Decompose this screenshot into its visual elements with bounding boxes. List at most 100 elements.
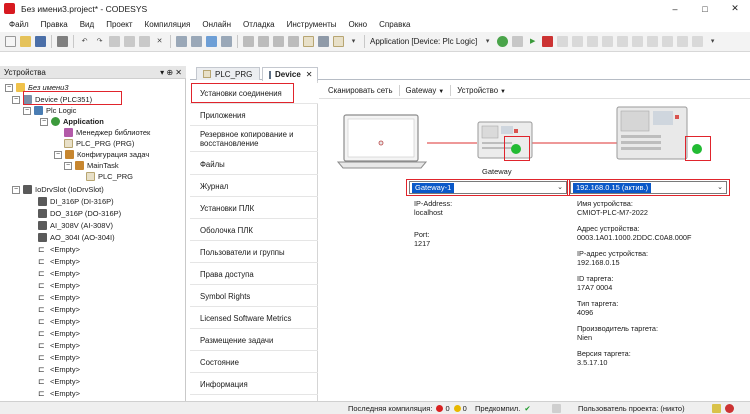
scan-network-button[interactable]: Сканировать сеть — [323, 86, 398, 95]
run-to-cursor-icon[interactable] — [632, 36, 644, 47]
nav-item-access-rights[interactable]: Права доступа — [190, 264, 318, 285]
tree-item-empty-slot[interactable]: ⊏ <Empty> — [38, 340, 80, 351]
menu-debug[interactable]: Отладка — [237, 17, 281, 32]
menu-project[interactable]: Проект — [100, 17, 138, 32]
print-icon[interactable] — [57, 36, 68, 47]
tree-item-empty-slot[interactable]: ⊏ <Empty> — [38, 328, 80, 339]
menu-tools[interactable]: Инструменты — [281, 17, 343, 32]
menu-window[interactable]: Окно — [343, 17, 374, 32]
more-tools-dropdown-icon[interactable]: ▾ — [707, 36, 718, 47]
tree-item-io-slot[interactable]: − IoDrvSlot (IoDrvSlot) — [12, 184, 104, 195]
gateway-select[interactable]: Gateway-1 ⌄ — [409, 181, 567, 194]
menu-online[interactable]: Онлайн — [196, 17, 237, 32]
nav-item-task-deployment[interactable]: Размещение задачи — [190, 330, 318, 351]
find-next-icon[interactable] — [221, 36, 232, 47]
redo-icon[interactable]: ↷ — [94, 36, 105, 47]
select-all-icon[interactable] — [206, 36, 217, 47]
device-menu-button[interactable]: Устройство ▼ — [452, 86, 511, 95]
new-file-icon[interactable] — [5, 36, 16, 47]
collapse-icon[interactable]: − — [64, 161, 72, 170]
find-icon[interactable] — [176, 36, 187, 47]
step-into-icon[interactable] — [602, 36, 614, 47]
cut-icon[interactable] — [109, 36, 120, 47]
collapse-icon[interactable]: − — [12, 185, 20, 194]
tree-item-module[interactable]: DI_316P (DI-316P) — [38, 196, 114, 207]
nav-item-applications[interactable]: Приложения — [190, 105, 318, 126]
tree-item-empty-slot[interactable]: ⊏ <Empty> — [38, 292, 80, 303]
maximize-button[interactable]: □ — [690, 0, 720, 17]
tree-item-module[interactable]: AI_308V (AI-308V) — [38, 220, 113, 231]
tab-plc-prg[interactable]: PLC_PRG — [196, 67, 260, 80]
disconnected-icon[interactable] — [725, 404, 734, 413]
step-over-icon[interactable] — [587, 36, 599, 47]
tree-item-module[interactable]: AO_304I (AO-304I) — [38, 232, 115, 243]
nav-item-status[interactable]: Состояние — [190, 352, 318, 373]
nav-item-plc-shell[interactable]: Оболочка ПЛК — [190, 220, 318, 241]
tree-item-module[interactable]: DO_316P (DO-316P) — [38, 208, 121, 219]
nav-item-symbol-rights[interactable]: Symbol Rights — [190, 286, 318, 307]
tree-item-empty-slot[interactable]: ⊏ <Empty> — [38, 364, 80, 375]
bookmark-prev-icon[interactable] — [273, 36, 284, 47]
bookmark-next-icon[interactable] — [258, 36, 269, 47]
force-values-icon[interactable] — [647, 36, 659, 47]
copy-icon[interactable] — [124, 36, 135, 47]
delete-icon[interactable]: ✕ — [154, 36, 165, 47]
tree-item-empty-slot[interactable]: ⊏ <Empty> — [38, 256, 80, 267]
nav-item-backup-restore[interactable]: Резервное копирование и восстановление — [190, 127, 318, 152]
tree-item-plc-prg[interactable]: PLC_PRG (PRG) — [64, 138, 134, 149]
nav-item-files[interactable]: Файлы — [190, 154, 318, 175]
reset-icon[interactable] — [557, 36, 569, 47]
document-icon[interactable] — [333, 36, 344, 47]
bookmark-icon[interactable] — [243, 36, 254, 47]
application-dropdown-icon[interactable]: ▾ — [482, 36, 493, 47]
tree-item-empty-slot[interactable]: ⊏ <Empty> — [38, 268, 80, 279]
close-button[interactable]: ✕ — [720, 0, 750, 17]
device-select[interactable]: 192.168.0.15 (актив.) ⌄ — [570, 181, 727, 194]
bookmark-clear-icon[interactable] — [288, 36, 299, 47]
tree-item-library-manager[interactable]: Менеджер библиотек — [64, 127, 150, 138]
collapse-icon[interactable]: − — [5, 83, 13, 92]
tree-item-empty-slot[interactable]: ⊏ <Empty> — [38, 244, 80, 255]
build-icon[interactable] — [318, 36, 329, 47]
nav-item-log[interactable]: Журнал — [190, 176, 318, 197]
menu-help[interactable]: Справка — [373, 17, 416, 32]
build-dropdown-icon[interactable]: ▾ — [348, 36, 359, 47]
collapse-icon[interactable]: − — [12, 95, 20, 104]
login-icon[interactable] — [497, 36, 509, 47]
paste-icon[interactable] — [139, 36, 150, 47]
tab-device[interactable]: Device ✕ — [262, 67, 318, 81]
panel-controls-icon[interactable]: ▾ ⊕ ✕ — [160, 66, 182, 79]
save-icon[interactable] — [35, 36, 46, 47]
undo-icon[interactable]: ↶ — [79, 36, 90, 47]
notification-icon[interactable] — [712, 404, 721, 413]
unforce-icon[interactable] — [677, 36, 689, 47]
tree-item-task-config[interactable]: − Конфигурация задач — [54, 149, 149, 160]
monitor-icon[interactable] — [692, 36, 704, 47]
tree-item-empty-slot[interactable]: ⊏ <Empty> — [38, 304, 80, 315]
logout-icon[interactable] — [512, 36, 524, 47]
tree-item-plc-logic[interactable]: − Plc Logic — [23, 105, 76, 116]
chevron-down-icon[interactable]: ⌄ — [717, 182, 723, 194]
minimize-button[interactable]: – — [660, 0, 690, 17]
nav-item-licensed-software-metrics[interactable]: Licensed Software Metrics — [190, 308, 318, 329]
menu-build[interactable]: Компиляция — [139, 17, 197, 32]
collapse-icon[interactable]: − — [54, 150, 62, 159]
close-tab-icon[interactable]: ✕ — [306, 70, 313, 79]
tree-item-empty-slot[interactable]: ⊏ <Empty> — [38, 388, 80, 399]
write-values-icon[interactable] — [662, 36, 674, 47]
start-icon[interactable]: ▶ — [527, 36, 538, 47]
replace-icon[interactable] — [191, 36, 202, 47]
breakpoint-icon[interactable] — [572, 36, 584, 47]
tree-item-empty-slot[interactable]: ⊏ <Empty> — [38, 316, 80, 327]
tree-item-empty-slot[interactable]: ⊏ <Empty> — [38, 376, 80, 387]
tree-item-empty-slot[interactable]: ⊏ <Empty> — [38, 280, 80, 291]
collapse-icon[interactable]: − — [23, 106, 31, 115]
menu-view[interactable]: Вид — [74, 17, 100, 32]
stop-icon[interactable] — [542, 36, 554, 47]
nav-item-users-groups[interactable]: Пользователи и группы — [190, 242, 318, 263]
menu-file[interactable]: Файл — [3, 17, 35, 32]
step-out-icon[interactable] — [617, 36, 629, 47]
pou-icon[interactable] — [303, 36, 314, 47]
precompile-status[interactable]: Предкомпил. ✔ — [475, 402, 531, 414]
open-folder-icon[interactable] — [20, 36, 31, 47]
